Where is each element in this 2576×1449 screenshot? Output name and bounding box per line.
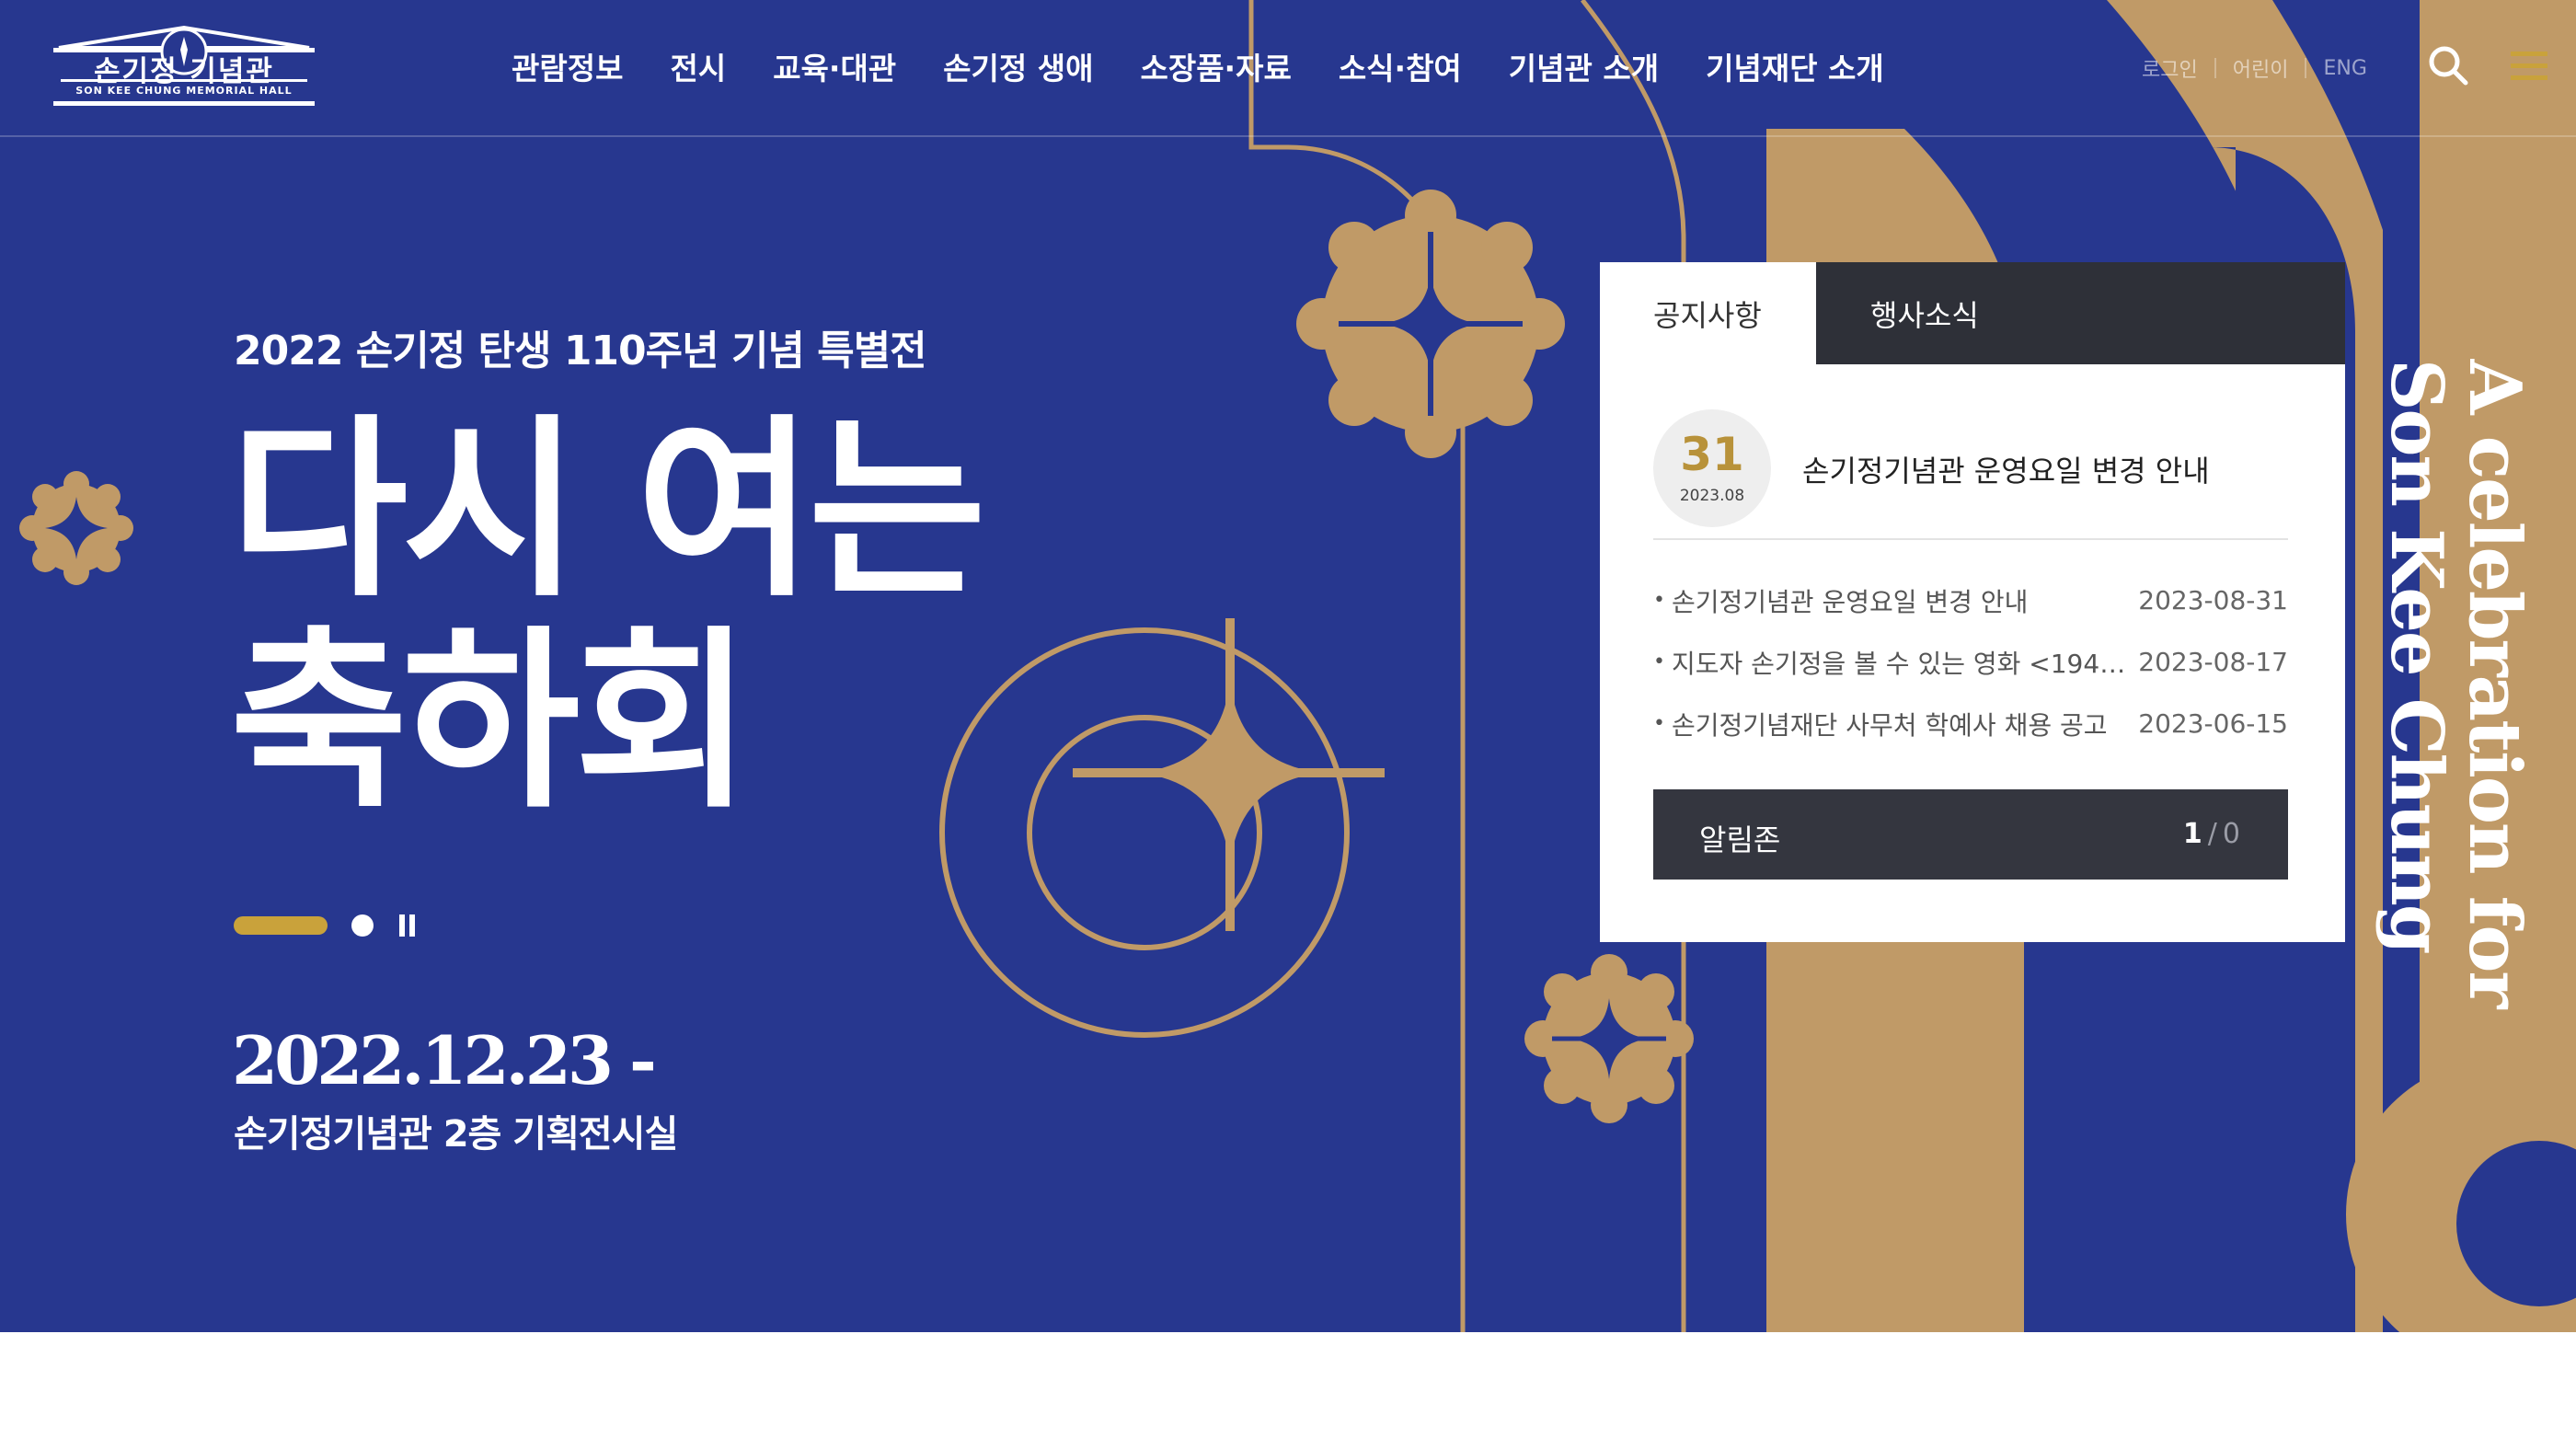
nav-visit-info[interactable]: 관람정보	[512, 44, 623, 88]
hero-title: 다시 여는 축하회	[230, 397, 986, 834]
bullet: •	[1653, 712, 1665, 735]
utility-links: 로그인 어린이 ENG	[2142, 53, 2367, 83]
featured-day: 31	[1680, 428, 1744, 481]
hero-vertical-text: A celebration for Son Kee Chung	[2375, 359, 2530, 1009]
notice-title[interactable]: 손기정기념재단 사무처 학예사 채용 공고	[1672, 706, 2132, 742]
slide-indicator-active[interactable]	[234, 916, 328, 935]
logo-korean: 손기정 기념관	[94, 55, 274, 88]
featured-title[interactable]: 손기정기념관 운영요일 변경 안내	[1802, 448, 2210, 490]
vertical-text-line2: Son Kee Chung	[2375, 359, 2458, 953]
list-item[interactable]: • 손기정기념관 운영요일 변경 안내 2023-08-31	[1653, 569, 2288, 631]
site-header: 손기정 기념관 SON KEE CHUNG MEMORIAL HALL 관람정보…	[0, 0, 2576, 137]
notice-date: 2023-08-31	[2138, 585, 2288, 615]
divider	[2214, 58, 2216, 78]
slide-pager	[234, 914, 416, 937]
nav-collection[interactable]: 소장품·자료	[1140, 44, 1291, 88]
slide-indicator[interactable]	[351, 914, 374, 937]
bullet: •	[1653, 650, 1665, 673]
notice-title[interactable]: 지도자 손기정을 볼 수 있는 영화 <1947 보스톤> 개봉 안내	[1672, 644, 2132, 681]
kids-link[interactable]: 어린이	[2233, 53, 2289, 83]
nav-life[interactable]: 손기정 생애	[943, 44, 1093, 88]
bullet: •	[1653, 589, 1665, 612]
list-item[interactable]: • 손기정기념재단 사무처 학예사 채용 공고 2023-06-15	[1653, 693, 2288, 754]
nav-news[interactable]: 소식·참여	[1339, 44, 1462, 88]
notice-tabs: 공지사항 행사소식	[1600, 262, 2345, 364]
featured-date-badge: 31 2023.08	[1653, 409, 1771, 527]
site-logo[interactable]: 손기정 기념관 SON KEE CHUNG MEMORIAL HALL	[50, 24, 318, 112]
alert-current: 1	[2182, 818, 2202, 850]
main-nav: 관람정보 전시 교육·대관 손기정 생애 소장품·자료 소식·참여 기념관 소개…	[512, 44, 1931, 88]
notice-panel: 공지사항 행사소식 31 2023.08 손기정기념관 운영요일 변경 안내 •…	[1600, 262, 2345, 942]
pause-icon[interactable]	[397, 914, 416, 937]
alert-zone-label: 알림존	[1699, 822, 1781, 857]
vertical-text-line1: A celebration for	[2453, 359, 2530, 1009]
search-icon[interactable]	[2427, 44, 2469, 86]
tab-events[interactable]: 행사소식	[1816, 262, 2345, 364]
hero-title-line2: 축하회	[230, 609, 753, 834]
logo-english: SON KEE CHUNG MEMORIAL HALL	[75, 85, 293, 97]
hamburger-menu-icon[interactable]	[2511, 50, 2547, 83]
hero-subtitle: 2022 손기정 탄생 110주년 기념 특별전	[234, 328, 927, 374]
counter-separator: /	[2207, 818, 2217, 850]
notice-title[interactable]: 손기정기념관 운영요일 변경 안내	[1672, 582, 2132, 619]
english-link[interactable]: ENG	[2323, 57, 2366, 80]
alert-total: 0	[2222, 818, 2240, 850]
hero-place: 손기정기념관 2층 기획전시실	[234, 1113, 678, 1156]
nav-exhibition[interactable]: 전시	[670, 44, 726, 88]
tab-notices[interactable]: 공지사항	[1600, 262, 1816, 364]
divider	[2305, 58, 2307, 78]
nav-education-rental[interactable]: 교육·대관	[773, 44, 896, 88]
nav-about-foundation[interactable]: 기념재단 소개	[1706, 44, 1884, 88]
notice-list: • 손기정기념관 운영요일 변경 안내 2023-08-31 • 지도자 손기정…	[1653, 569, 2288, 754]
list-item[interactable]: • 지도자 손기정을 볼 수 있는 영화 <1947 보스톤> 개봉 안내 20…	[1653, 631, 2288, 693]
alert-zone-counter: 1/0	[2183, 818, 2240, 850]
login-link[interactable]: 로그인	[2142, 53, 2198, 83]
notice-date: 2023-06-15	[2138, 708, 2288, 739]
alert-zone-bar[interactable]: 알림존 1/0	[1653, 789, 2288, 880]
notice-date: 2023-08-17	[2138, 647, 2288, 677]
featured-notice[interactable]: 31 2023.08 손기정기념관 운영요일 변경 안내	[1653, 409, 2288, 540]
featured-year-month: 2023.08	[1679, 487, 1745, 505]
hero-date: 2022.12.23 -	[232, 1021, 657, 1099]
nav-about-hall[interactable]: 기념관 소개	[1509, 44, 1659, 88]
hero-title-line1: 다시 여는	[230, 397, 986, 623]
